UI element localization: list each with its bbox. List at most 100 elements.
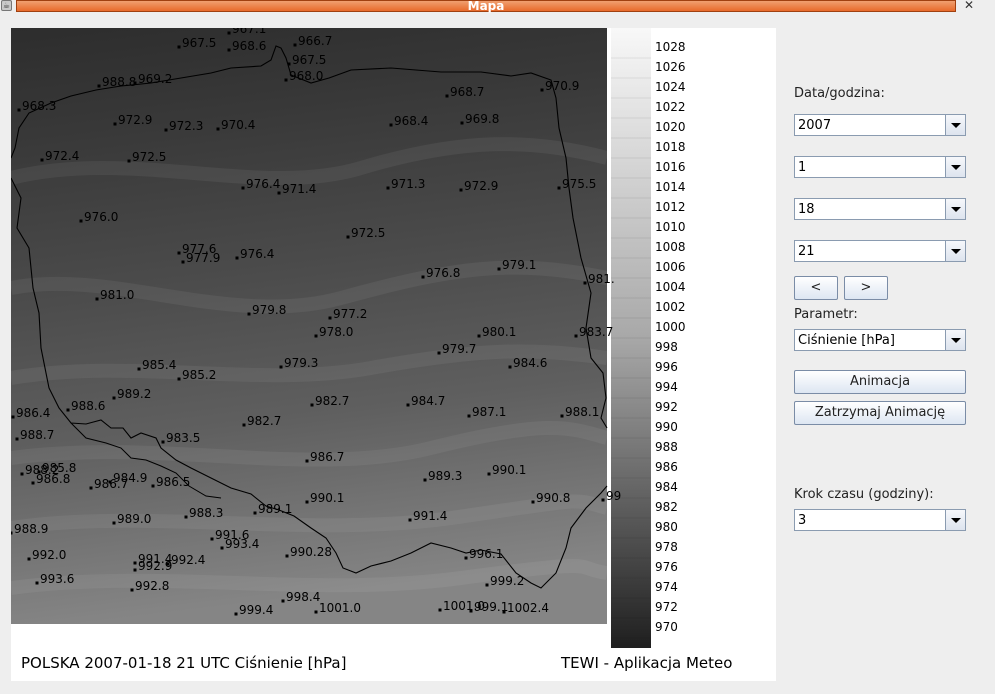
month-select[interactable]: 1 <box>794 156 966 178</box>
title-bar[interactable]: Mapa <box>16 0 956 13</box>
station-value: 968.0 <box>289 69 323 83</box>
hour-select[interactable]: 21 <box>794 240 966 262</box>
station-value: 978.0 <box>319 325 353 339</box>
chevron-down-icon[interactable] <box>945 115 965 135</box>
station-dot <box>574 334 578 338</box>
legend-value-1006: 1006 <box>655 260 686 274</box>
legend-value-996: 996 <box>655 360 678 374</box>
station-marker: 988.8 <box>97 75 136 89</box>
station-dot <box>406 403 410 407</box>
station-value: 972.5 <box>351 226 385 240</box>
station-dot <box>601 498 605 502</box>
station-marker: 989.2 <box>112 387 151 401</box>
station-dot <box>508 365 512 369</box>
station-dot <box>184 515 188 519</box>
station-value: 988.9 <box>14 522 48 536</box>
station-value: 968.6 <box>232 39 266 53</box>
station-value: 970.4 <box>221 118 255 132</box>
station-dot <box>328 316 332 320</box>
station-value: 998.4 <box>286 590 320 604</box>
station-dot <box>31 481 35 485</box>
chevron-down-icon[interactable] <box>945 241 965 261</box>
station-value: 979.3 <box>284 356 318 370</box>
station-dot <box>284 78 288 82</box>
close-icon[interactable]: ✕ <box>962 0 976 12</box>
station-value: 983.7 <box>579 325 613 339</box>
station-marker: 972.5 <box>127 150 166 164</box>
station-marker: 986.8 <box>31 472 70 486</box>
station-value: 988.3 <box>189 506 223 520</box>
map-background <box>11 28 607 624</box>
station-value: 986.4 <box>16 406 50 420</box>
station-marker: 969.8 <box>460 112 499 126</box>
station-marker: 968.0 <box>284 69 323 83</box>
station-value: 986.5 <box>156 475 190 489</box>
legend-value-1024: 1024 <box>655 80 686 94</box>
station-marker: 999.4 <box>234 603 273 617</box>
legend-value-1028: 1028 <box>655 40 686 54</box>
station-value: 977.2 <box>333 307 367 321</box>
station-dot <box>423 478 427 482</box>
legend-value-1018: 1018 <box>655 140 686 154</box>
station-dot <box>310 403 314 407</box>
station-value: 996.1 <box>469 547 503 561</box>
station-dot <box>305 500 309 504</box>
station-value: 992.8 <box>135 579 169 593</box>
legend-value-984: 984 <box>655 480 678 494</box>
station-dot <box>164 128 168 132</box>
station-marker: 975.5 <box>557 177 596 191</box>
station-dot <box>133 568 137 572</box>
time-step-select[interactable]: 3 <box>794 509 966 531</box>
next-button[interactable]: > <box>844 276 888 300</box>
station-dot <box>133 561 137 565</box>
station-value: 986.7 <box>94 477 128 491</box>
animate-button[interactable]: Animacja <box>794 370 966 394</box>
station-marker: 979.1 <box>497 258 536 272</box>
station-marker: 993.4 <box>220 537 259 551</box>
chevron-down-icon[interactable] <box>945 199 965 219</box>
station-dot <box>130 588 134 592</box>
legend-value-976: 976 <box>655 560 678 574</box>
station-value: 972.9 <box>464 179 498 193</box>
station-marker: 984.7 <box>406 394 445 408</box>
legend-value-988: 988 <box>655 440 678 454</box>
station-value: 988.8 <box>102 75 136 89</box>
parameter-select[interactable]: Ciśnienie [hPa] <box>794 329 966 351</box>
station-marker: 969.2 <box>133 72 172 86</box>
legend-value-1010: 1010 <box>655 220 686 234</box>
station-dot <box>421 275 425 279</box>
station-marker: 979.8 <box>247 303 286 317</box>
station-dot <box>583 281 587 285</box>
stop-animation-button[interactable]: Zatrzymaj Animację <box>794 401 966 425</box>
station-value: 984.7 <box>411 394 445 408</box>
station-marker: 993.6 <box>35 572 74 586</box>
station-value: 970.9 <box>545 79 579 93</box>
legend-value-1004: 1004 <box>655 280 686 294</box>
station-dot <box>177 45 181 49</box>
station-marker: 981.0 <box>95 288 134 302</box>
chevron-down-icon[interactable] <box>945 157 965 177</box>
station-dot <box>227 48 231 52</box>
station-value: 999.4 <box>239 603 273 617</box>
legend-value-982: 982 <box>655 500 678 514</box>
station-value: 982.7 <box>315 394 349 408</box>
station-value: 999.2 <box>490 574 524 588</box>
chevron-down-icon[interactable] <box>945 330 965 350</box>
prev-button[interactable]: < <box>794 276 838 300</box>
station-dot <box>27 557 31 561</box>
station-marker: 979.7 <box>437 342 476 356</box>
hour-value: 21 <box>798 244 815 259</box>
station-dot <box>469 609 473 613</box>
station-dot <box>253 511 257 515</box>
day-select[interactable]: 18 <box>794 198 966 220</box>
year-select[interactable]: 2007 <box>794 114 966 136</box>
station-dot <box>464 556 468 560</box>
station-dot <box>15 437 19 441</box>
station-value: 972.5 <box>132 150 166 164</box>
station-dot <box>438 608 442 612</box>
station-dot <box>97 84 101 88</box>
station-value: 988.1 <box>565 405 599 419</box>
chevron-down-icon[interactable] <box>945 510 965 530</box>
station-value: 967.1 <box>232 28 266 36</box>
station-value: 975.5 <box>562 177 596 191</box>
